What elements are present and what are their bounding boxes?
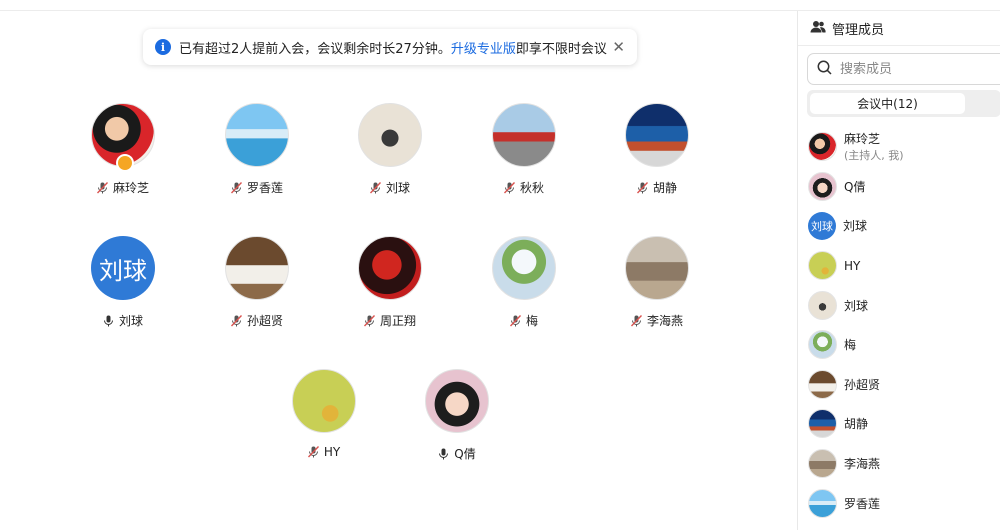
participant-tile[interactable]: 麻玲芝	[63, 103, 183, 196]
member-role: (主持人, 我)	[844, 149, 904, 163]
member-name: 孙超贤	[844, 377, 881, 392]
mic-muted-icon	[503, 181, 515, 194]
avatar	[492, 236, 556, 300]
member-name: 胡静	[844, 417, 869, 432]
participant-tile[interactable]: 罗香莲	[197, 103, 317, 196]
list-item[interactable]: 胡静	[798, 404, 1000, 444]
list-item[interactable]: 孙超贤	[798, 365, 1000, 405]
avatar	[225, 103, 289, 167]
avatar	[808, 409, 837, 439]
info-icon: i	[155, 39, 171, 55]
close-icon[interactable]: ✕	[612, 38, 625, 56]
search-input[interactable]	[838, 60, 992, 78]
avatar	[492, 103, 556, 167]
list-item[interactable]: 罗香莲	[798, 483, 1000, 523]
avatar	[808, 449, 837, 479]
notice-text-tail: 即享不限时会议	[515, 41, 607, 57]
member-name: 刘球	[843, 219, 868, 234]
mic-muted-icon	[630, 314, 642, 327]
mic-muted-icon	[369, 181, 381, 194]
avatar	[625, 236, 689, 300]
mic-muted-icon	[509, 314, 521, 327]
participant-tile[interactable]: 刘球 刘球	[63, 236, 183, 329]
mic-muted-icon	[96, 181, 108, 194]
notice-text: 已有超过2人提前入会，会议剩余时长27分钟。	[179, 41, 451, 57]
participant-name: 刘球	[118, 314, 143, 328]
avatar: 刘球	[91, 236, 155, 300]
participant-tile[interactable]: HY	[264, 369, 384, 459]
video-stage: i 已有超过2人提前入会，会议剩余时长27分钟。 升级专业版 即享不限时会议 ✕…	[0, 11, 797, 530]
list-item[interactable]: 李海燕	[798, 444, 1000, 484]
participant-name: 孙超贤	[246, 314, 283, 328]
mic-icon	[103, 315, 114, 327]
participant-name: 刘球	[385, 181, 410, 195]
mic-muted-icon	[363, 314, 375, 327]
participant-name: 麻玲芝	[112, 181, 149, 195]
participant-name: HY	[323, 445, 341, 459]
avatar	[625, 103, 689, 167]
member-list: 麻玲芝 (主持人, 我) Q倩 刘球 刘球 HY 刘球 梅 孙超贤 胡静 李海燕…	[798, 127, 1000, 523]
participant-tile[interactable]: 梅	[464, 236, 584, 329]
avatar: 刘球	[808, 211, 836, 240]
avatar	[358, 103, 422, 167]
member-search[interactable]	[807, 53, 1000, 85]
mic-muted-icon	[230, 181, 242, 194]
member-name: Q倩	[844, 179, 866, 194]
mic-muted-icon	[230, 314, 242, 327]
tab-in-meeting[interactable]: 会议中(12)	[810, 93, 965, 114]
participant-tile[interactable]: 刘球	[330, 103, 450, 196]
participant-tile[interactable]: 周正翔	[330, 236, 450, 329]
avatar	[808, 290, 837, 320]
panel-title: 管理成员	[832, 22, 885, 38]
avatar	[91, 103, 155, 172]
member-name: 罗香莲	[844, 496, 881, 511]
member-name: 梅	[844, 338, 857, 353]
participant-tile[interactable]: 胡静	[597, 103, 717, 196]
list-item[interactable]: HY	[798, 246, 1000, 286]
panel-header: 管理成员	[798, 11, 1000, 46]
avatar	[425, 369, 489, 433]
list-item[interactable]: Q倩	[798, 167, 1000, 207]
avatar	[225, 236, 289, 300]
avatar	[292, 369, 356, 433]
member-tabs: 会议中(12)	[807, 90, 1000, 117]
upgrade-link[interactable]: 升级专业版	[451, 38, 516, 57]
participant-name: 秋秋	[519, 181, 544, 195]
participant-name: 梅	[525, 314, 538, 328]
members-panel: 管理成员 会议中(12) 麻玲芝 (主持人, 我) Q倩 刘球 刘球 HY 刘球	[797, 11, 1000, 530]
member-name: HY	[844, 258, 861, 273]
member-name: 刘球	[844, 298, 869, 313]
participant-tile[interactable]: Q倩	[397, 369, 517, 462]
list-item[interactable]: 刘球	[798, 285, 1000, 325]
participant-tile[interactable]: 李海燕	[597, 236, 717, 329]
avatar	[808, 251, 837, 281]
member-name: 麻玲芝	[844, 132, 881, 147]
members-icon	[810, 20, 826, 37]
mic-icon	[438, 448, 449, 460]
top-bar	[0, 0, 1000, 11]
participant-name: 李海燕	[646, 314, 683, 328]
mic-muted-icon	[307, 446, 319, 458]
avatar	[358, 236, 422, 300]
participant-name: 胡静	[652, 181, 677, 195]
member-name: 李海燕	[844, 457, 881, 472]
list-item[interactable]: 梅	[798, 325, 1000, 365]
participant-tile[interactable]: 秋秋	[464, 103, 584, 196]
list-item[interactable]: 刘球 刘球	[798, 206, 1000, 246]
participant-tile[interactable]: 孙超贤	[197, 236, 317, 329]
avatar	[808, 369, 837, 399]
participant-name: 周正翔	[379, 314, 416, 328]
avatar	[808, 488, 837, 518]
avatar	[808, 132, 837, 162]
avatar	[808, 171, 837, 201]
participant-name: 罗香莲	[246, 181, 283, 195]
mic-muted-icon	[636, 181, 648, 194]
list-item[interactable]: 麻玲芝 (主持人, 我)	[798, 127, 1000, 167]
avatar	[808, 330, 837, 360]
search-icon	[817, 60, 832, 79]
host-badge-icon	[116, 154, 134, 172]
meeting-time-notice: i 已有超过2人提前入会，会议剩余时长27分钟。 升级专业版 即享不限时会议 ✕	[143, 29, 637, 65]
participant-name: Q倩	[454, 447, 476, 461]
